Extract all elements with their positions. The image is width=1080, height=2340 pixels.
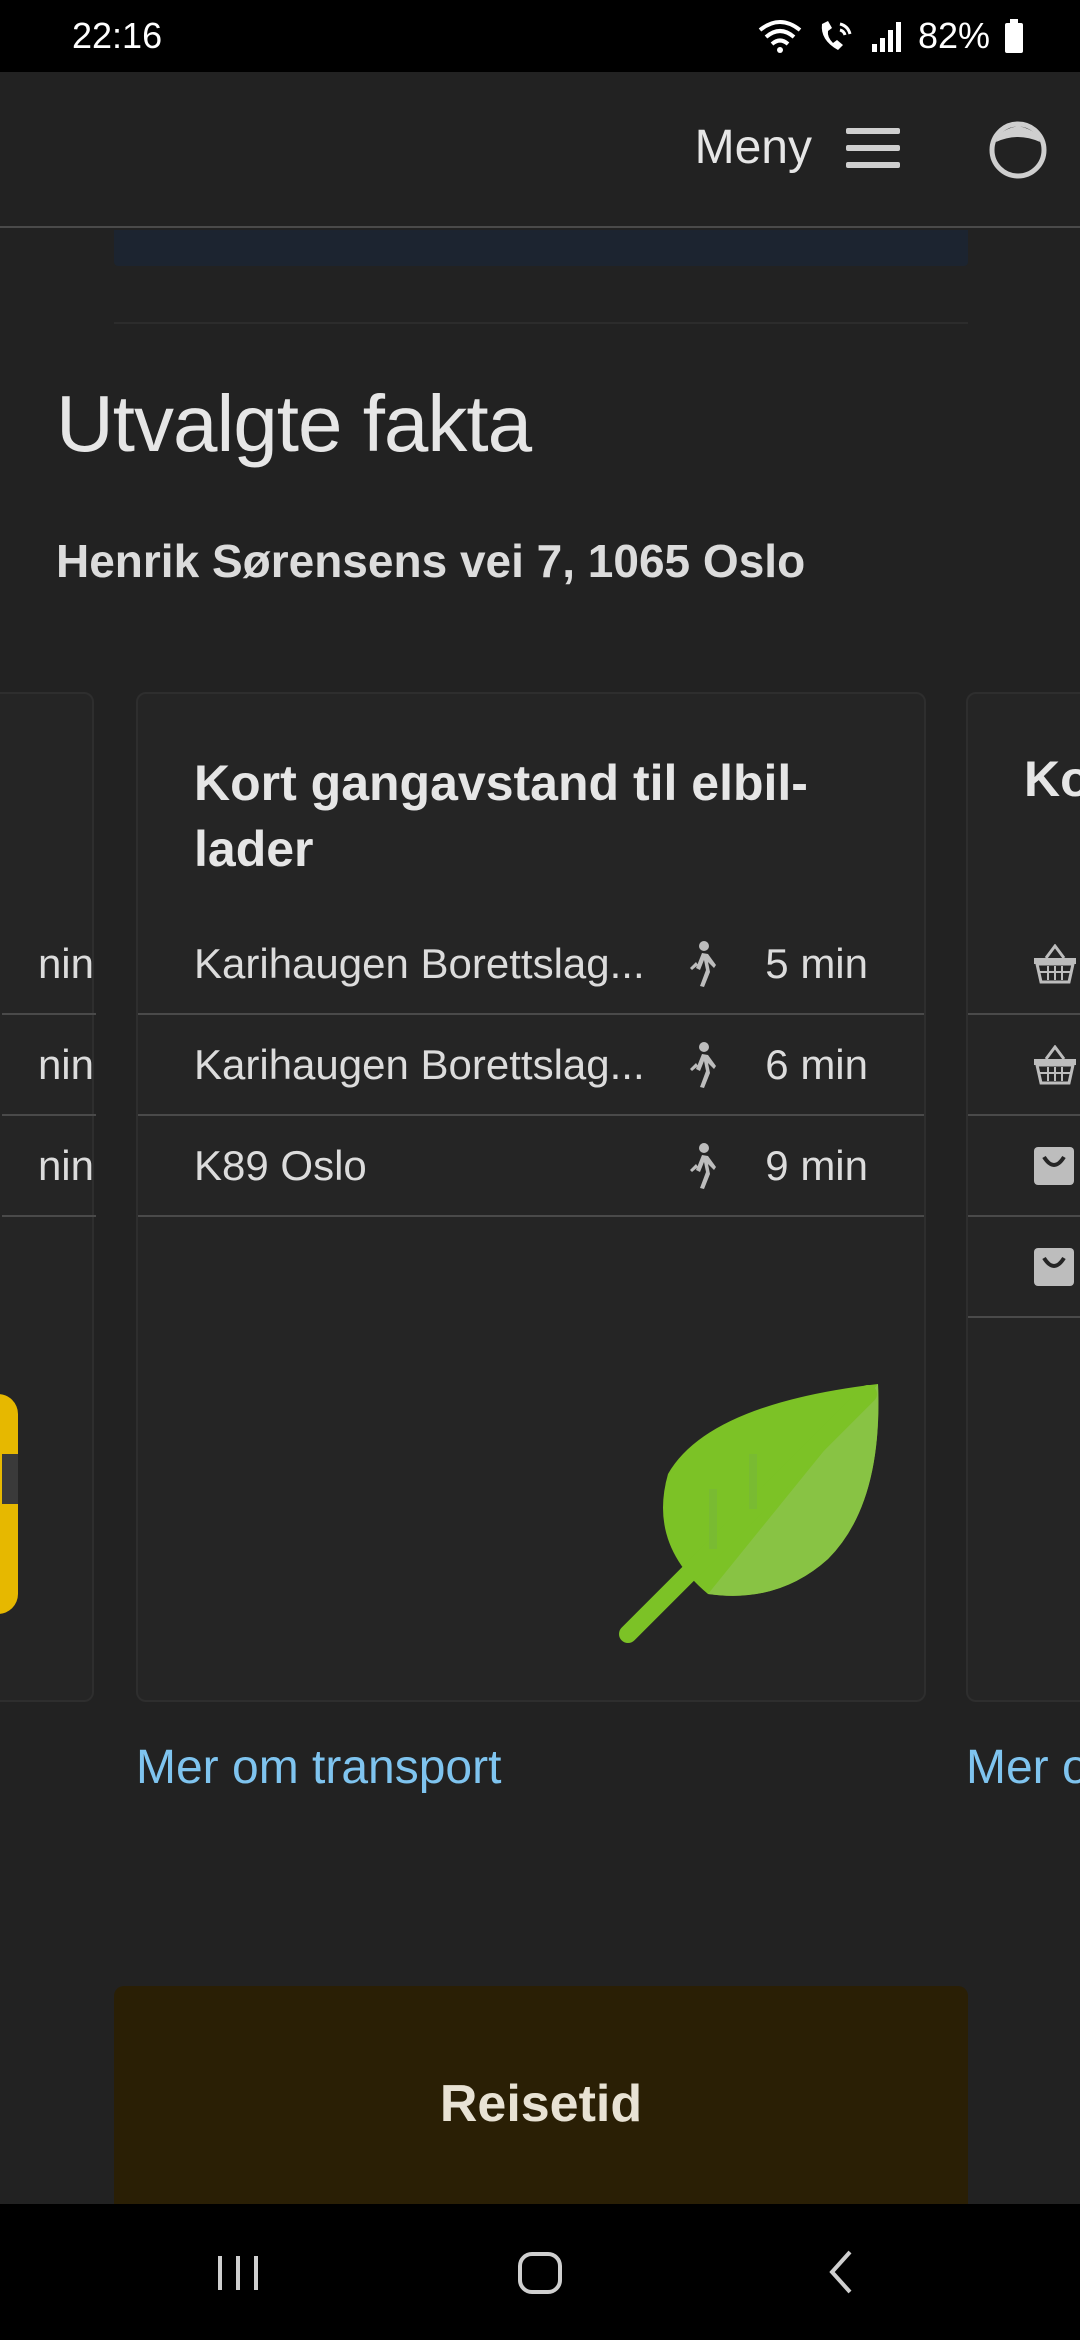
section-divider (114, 322, 968, 324)
list-item: nin (2, 1015, 96, 1116)
wifi-calling-icon (821, 21, 852, 50)
profile-icon[interactable] (988, 120, 1048, 180)
travel-time-title: Reisetid (439, 2075, 643, 2133)
home-icon[interactable] (510, 2242, 570, 2302)
card-title: Ko (1024, 751, 1080, 807)
fact-card-next[interactable]: Ko (966, 692, 1080, 1702)
walk-time: 6 min (765, 1040, 868, 1088)
status-bar: 22:16 82% (0, 0, 1080, 72)
back-icon[interactable] (812, 2242, 872, 2302)
list-item (968, 914, 1080, 1015)
walking-icon (690, 940, 716, 987)
menu-label: Meny (694, 121, 812, 174)
shopping-bag-icon (1034, 1146, 1074, 1185)
next-card-link[interactable]: Mer o (966, 1740, 1080, 1795)
walking-icon (690, 1142, 716, 1189)
charger-name: K89 Oslo (194, 1141, 367, 1189)
screen: 22:16 82% Meny Utvalgte fakta Henrik Sør… (0, 0, 1080, 2340)
walk-time: 9 min (765, 1141, 868, 1189)
app-header: Meny (0, 72, 1080, 228)
charger-list: Karihaugen Borettslag... 5 min Karihauge… (138, 914, 924, 1217)
charger-name: Karihaugen Borettslag... (194, 1040, 645, 1088)
fact-card-ev-charger[interactable]: Kort gangavstand til elbil-lader Karihau… (136, 692, 926, 1702)
transport-link[interactable]: Mer om transport (136, 1740, 501, 1795)
recent-apps-icon[interactable] (208, 2242, 268, 2302)
list-item (968, 1217, 1080, 1318)
charger-name: Karihaugen Borettslag... (194, 939, 645, 987)
battery-percent: 82% (917, 15, 990, 56)
wifi-icon (758, 20, 802, 53)
hamburger-icon (846, 127, 900, 168)
shopping-bag-icon (1034, 1247, 1074, 1286)
list-item[interactable]: Karihaugen Borettslag... 5 min (138, 914, 924, 1015)
navigation-bar (0, 2204, 1080, 2340)
walk-time: 5 min (765, 939, 868, 987)
address: Henrik Sørensens vei 7, 1065 Oslo (56, 535, 806, 587)
list-item[interactable]: Karihaugen Borettslag... 6 min (138, 1015, 924, 1116)
list-item[interactable]: K89 Oslo 9 min (138, 1116, 924, 1217)
walking-icon (690, 1041, 716, 1088)
bus-illustration (0, 1394, 18, 1614)
battery-icon (1005, 19, 1023, 53)
signal-icon (871, 22, 901, 52)
list-item (968, 1015, 1080, 1116)
status-time: 22:16 (72, 15, 163, 56)
section-title: Utvalgte fakta (56, 379, 532, 468)
leaf-icon (619, 1384, 879, 1643)
list-item (968, 1116, 1080, 1217)
basket-icon (1034, 943, 1076, 983)
list-item: nin (2, 1116, 96, 1217)
previous-section-strip (114, 230, 968, 266)
status-icons: 82% (758, 15, 1024, 57)
basket-icon (1034, 1044, 1076, 1084)
fact-card-previous[interactable]: nin nin nin (0, 692, 96, 1702)
list-item: nin (2, 914, 96, 1015)
card-title: Kort gangavstand til elbil-lader (194, 755, 808, 877)
menu-button[interactable]: Meny (695, 120, 900, 175)
